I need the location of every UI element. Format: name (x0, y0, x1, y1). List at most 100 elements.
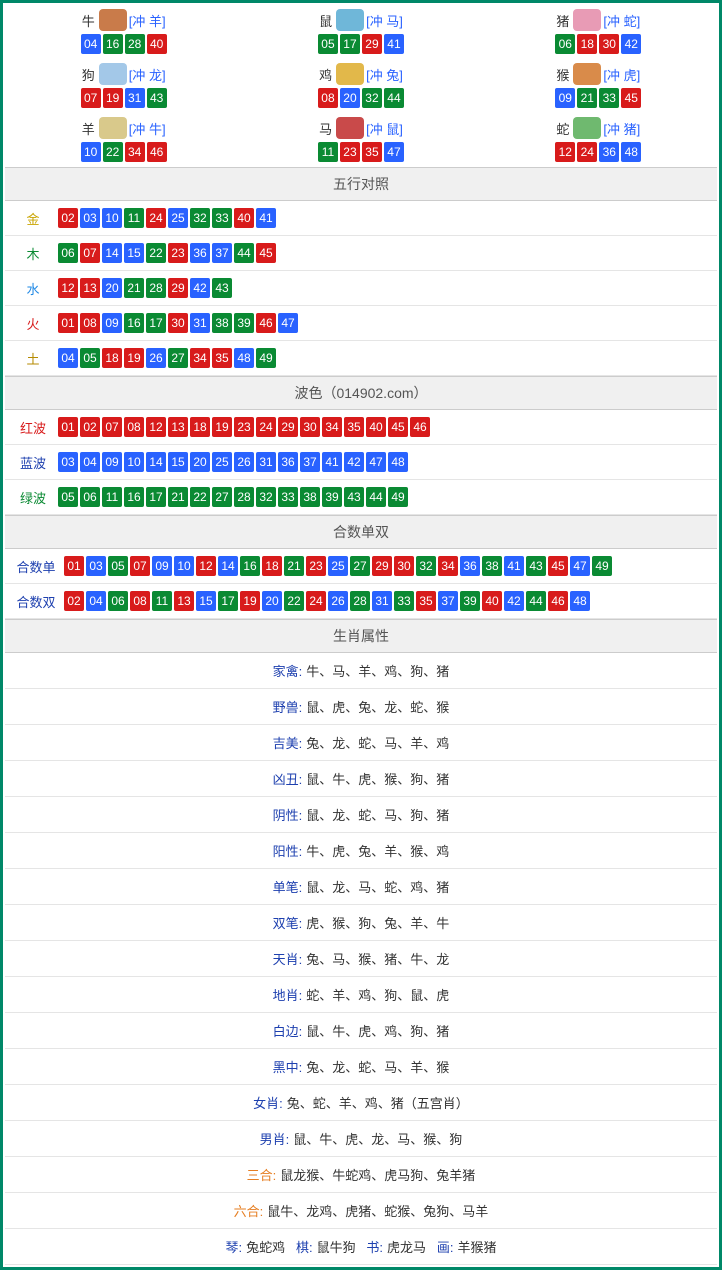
zodiac-name: 蛇 (556, 119, 569, 138)
num-ball: 23 (306, 556, 326, 576)
num-ball: 08 (130, 591, 150, 611)
num-ball: 15 (196, 591, 216, 611)
num-ball: 27 (350, 556, 370, 576)
num-ball: 01 (64, 556, 84, 576)
num-ball: 43 (212, 278, 232, 298)
num-ball: 16 (103, 34, 123, 54)
wuxing-header: 五行对照 (5, 167, 717, 201)
zodiac-grid: 牛 [冲 羊] 04162840 鼠 [冲 马] 05172941 猪 [冲 蛇… (5, 5, 717, 167)
zodiac-nums: 09213345 (480, 87, 717, 109)
zodiac-icon (336, 9, 364, 31)
num-ball: 05 (318, 34, 338, 54)
zodiac-cell: 猴 [冲 虎] 09213345 (480, 59, 717, 113)
row-content: 0102070812131819232429303435404546 (57, 416, 713, 438)
num-ball: 32 (256, 487, 276, 507)
zodiac-clash: [冲 蛇] (603, 11, 640, 30)
attr-row: 双笔:虎、猴、狗、兔、羊、牛 (5, 905, 717, 941)
zodiac-nums: 06183042 (480, 33, 717, 55)
attr-val: 鼠牛、龙鸡、虎猪、蛇猴、兔狗、马羊 (267, 1204, 488, 1219)
num-ball: 10 (81, 142, 101, 162)
num-ball: 35 (362, 142, 382, 162)
zodiac-name: 鼠 (319, 11, 332, 30)
num-ball: 41 (384, 34, 404, 54)
zodiac-icon (336, 117, 364, 139)
num-ball: 39 (322, 487, 342, 507)
num-ball: 32 (362, 88, 382, 108)
num-ball: 21 (168, 487, 188, 507)
zodiac-nums: 12243648 (480, 141, 717, 163)
data-row: 水 1213202128294243 (5, 271, 717, 306)
num-ball: 47 (384, 142, 404, 162)
num-ball: 26 (328, 591, 348, 611)
num-ball: 45 (621, 88, 641, 108)
num-ball: 17 (340, 34, 360, 54)
num-ball: 30 (300, 417, 320, 437)
zodiac-nums: 11233547 (242, 141, 479, 163)
row-label: 绿波 (9, 488, 57, 507)
num-ball: 05 (108, 556, 128, 576)
num-ball: 25 (212, 452, 232, 472)
num-ball: 30 (394, 556, 414, 576)
attr-key: 天肖: (273, 952, 303, 967)
row-label: 土 (9, 349, 57, 368)
zodiac-label: 鼠 [冲 马] (319, 9, 403, 31)
num-ball: 42 (504, 591, 524, 611)
num-ball: 49 (592, 556, 612, 576)
footer-key: 书: (366, 1240, 383, 1255)
num-ball: 20 (262, 591, 282, 611)
num-ball: 07 (81, 88, 101, 108)
attr-val: 鼠、龙、蛇、马、狗、猪 (306, 808, 449, 823)
zodiac-icon (573, 9, 601, 31)
num-ball: 46 (147, 142, 167, 162)
num-ball: 25 (168, 208, 188, 228)
num-ball: 15 (124, 243, 144, 263)
row-label: 木 (9, 244, 57, 263)
num-ball: 07 (102, 417, 122, 437)
num-ball: 29 (362, 34, 382, 54)
attr-key: 白边: (273, 1024, 303, 1039)
zodiac-icon (336, 63, 364, 85)
attr-val: 牛、马、羊、鸡、狗、猪 (306, 664, 449, 679)
num-ball: 22 (103, 142, 123, 162)
attr-key: 三合: (247, 1168, 277, 1183)
attr-row: 白边:鼠、牛、虎、鸡、狗、猪 (5, 1013, 717, 1049)
num-ball: 19 (240, 591, 260, 611)
num-ball: 18 (190, 417, 210, 437)
attr-val: 鼠、牛、虎、龙、马、猴、狗 (293, 1132, 462, 1147)
num-ball: 24 (146, 208, 166, 228)
num-ball: 26 (146, 348, 166, 368)
num-ball: 36 (460, 556, 480, 576)
num-ball: 14 (218, 556, 238, 576)
num-ball: 40 (482, 591, 502, 611)
zodiac-nums: 08203244 (242, 87, 479, 109)
zodiac-clash: [冲 兔] (366, 65, 403, 84)
zodiac-nums: 04162840 (5, 33, 242, 55)
num-ball: 48 (570, 591, 590, 611)
num-ball: 43 (344, 487, 364, 507)
num-ball: 11 (318, 142, 338, 162)
attr-val: 兔、龙、蛇、马、羊、猴 (306, 1060, 449, 1075)
num-ball: 45 (548, 556, 568, 576)
row-content: 06071415222336374445 (57, 242, 713, 264)
zodiac-label: 狗 [冲 龙] (82, 63, 166, 85)
attr-row: 野兽:鼠、虎、兔、龙、蛇、猴 (5, 689, 717, 725)
num-ball: 14 (102, 243, 122, 263)
zodiac-clash: [冲 龙] (129, 65, 166, 84)
attr-val: 鼠、牛、虎、猴、狗、猪 (306, 772, 449, 787)
num-ball: 06 (555, 34, 575, 54)
num-ball: 17 (146, 487, 166, 507)
attr-val: 鼠、虎、兔、龙、蛇、猴 (306, 700, 449, 715)
num-ball: 48 (234, 348, 254, 368)
zodiac-name: 鸡 (319, 65, 332, 84)
num-ball: 42 (190, 278, 210, 298)
num-ball: 43 (147, 88, 167, 108)
num-ball: 18 (262, 556, 282, 576)
attr-key: 吉美: (273, 736, 303, 751)
num-ball: 47 (278, 313, 298, 333)
num-ball: 09 (152, 556, 172, 576)
num-ball: 15 (168, 452, 188, 472)
data-row: 土 04051819262734354849 (5, 341, 717, 376)
zodiac-clash: [冲 虎] (603, 65, 640, 84)
num-ball: 12 (146, 417, 166, 437)
num-ball: 23 (234, 417, 254, 437)
